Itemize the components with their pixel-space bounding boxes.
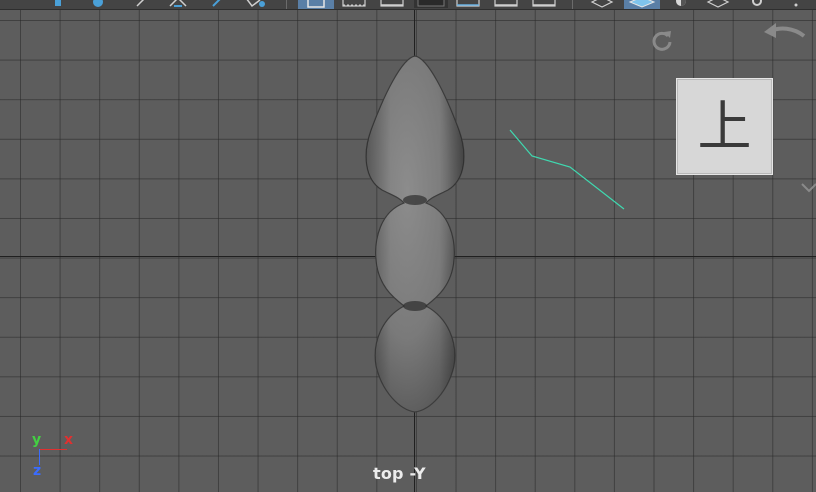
safe-action-icon[interactable] — [492, 0, 520, 8]
single-view-icon[interactable] — [298, 0, 334, 9]
resolution-gate-icon[interactable] — [378, 0, 406, 8]
film-gate-icon[interactable] — [340, 0, 368, 8]
gizmo-z-label: z — [33, 463, 42, 479]
panel-toolbar — [0, 0, 816, 10]
field-chart-icon[interactable] — [454, 0, 482, 8]
lasso-icon[interactable] — [168, 0, 190, 8]
gizmo-x-axis-line — [39, 449, 67, 450]
gizmo-x-label: x — [64, 432, 74, 448]
surface-object[interactable] — [360, 50, 470, 420]
isolate-icon[interactable] — [704, 0, 732, 8]
rotate-tool-icon[interactable] — [90, 0, 106, 8]
safe-title-icon[interactable] — [530, 0, 558, 8]
viewport-top[interactable]: 上 y x z top -Y — [0, 0, 816, 492]
paint-select-icon[interactable] — [242, 0, 268, 8]
viewcube-face-label: 上 — [697, 94, 752, 158]
toolbar-separator — [286, 0, 287, 9]
home-reset-icon[interactable] — [650, 28, 674, 52]
move-tool-icon[interactable] — [50, 0, 66, 8]
settings-icon[interactable] — [746, 0, 768, 8]
viewcube[interactable]: 上 — [676, 78, 773, 175]
scale-tool-icon[interactable] — [134, 0, 150, 8]
chevron-down-icon[interactable] — [800, 180, 816, 196]
more-options-icon[interactable] — [788, 0, 804, 8]
smooth-shade-icon[interactable] — [624, 0, 660, 9]
rotate-arrow-icon[interactable] — [762, 20, 810, 46]
camera-name-label: top -Y — [373, 464, 426, 483]
lighting-icon[interactable] — [670, 0, 692, 8]
nurbs-curve[interactable] — [500, 120, 630, 215]
toolbar-separator — [572, 0, 573, 9]
gizmo-y-label: y — [32, 432, 42, 448]
wireframe-icon[interactable] — [588, 0, 616, 8]
axis-gizmo: y x z — [26, 430, 86, 482]
soft-select-icon[interactable] — [210, 0, 226, 8]
gate-mask-icon[interactable] — [414, 0, 448, 8]
